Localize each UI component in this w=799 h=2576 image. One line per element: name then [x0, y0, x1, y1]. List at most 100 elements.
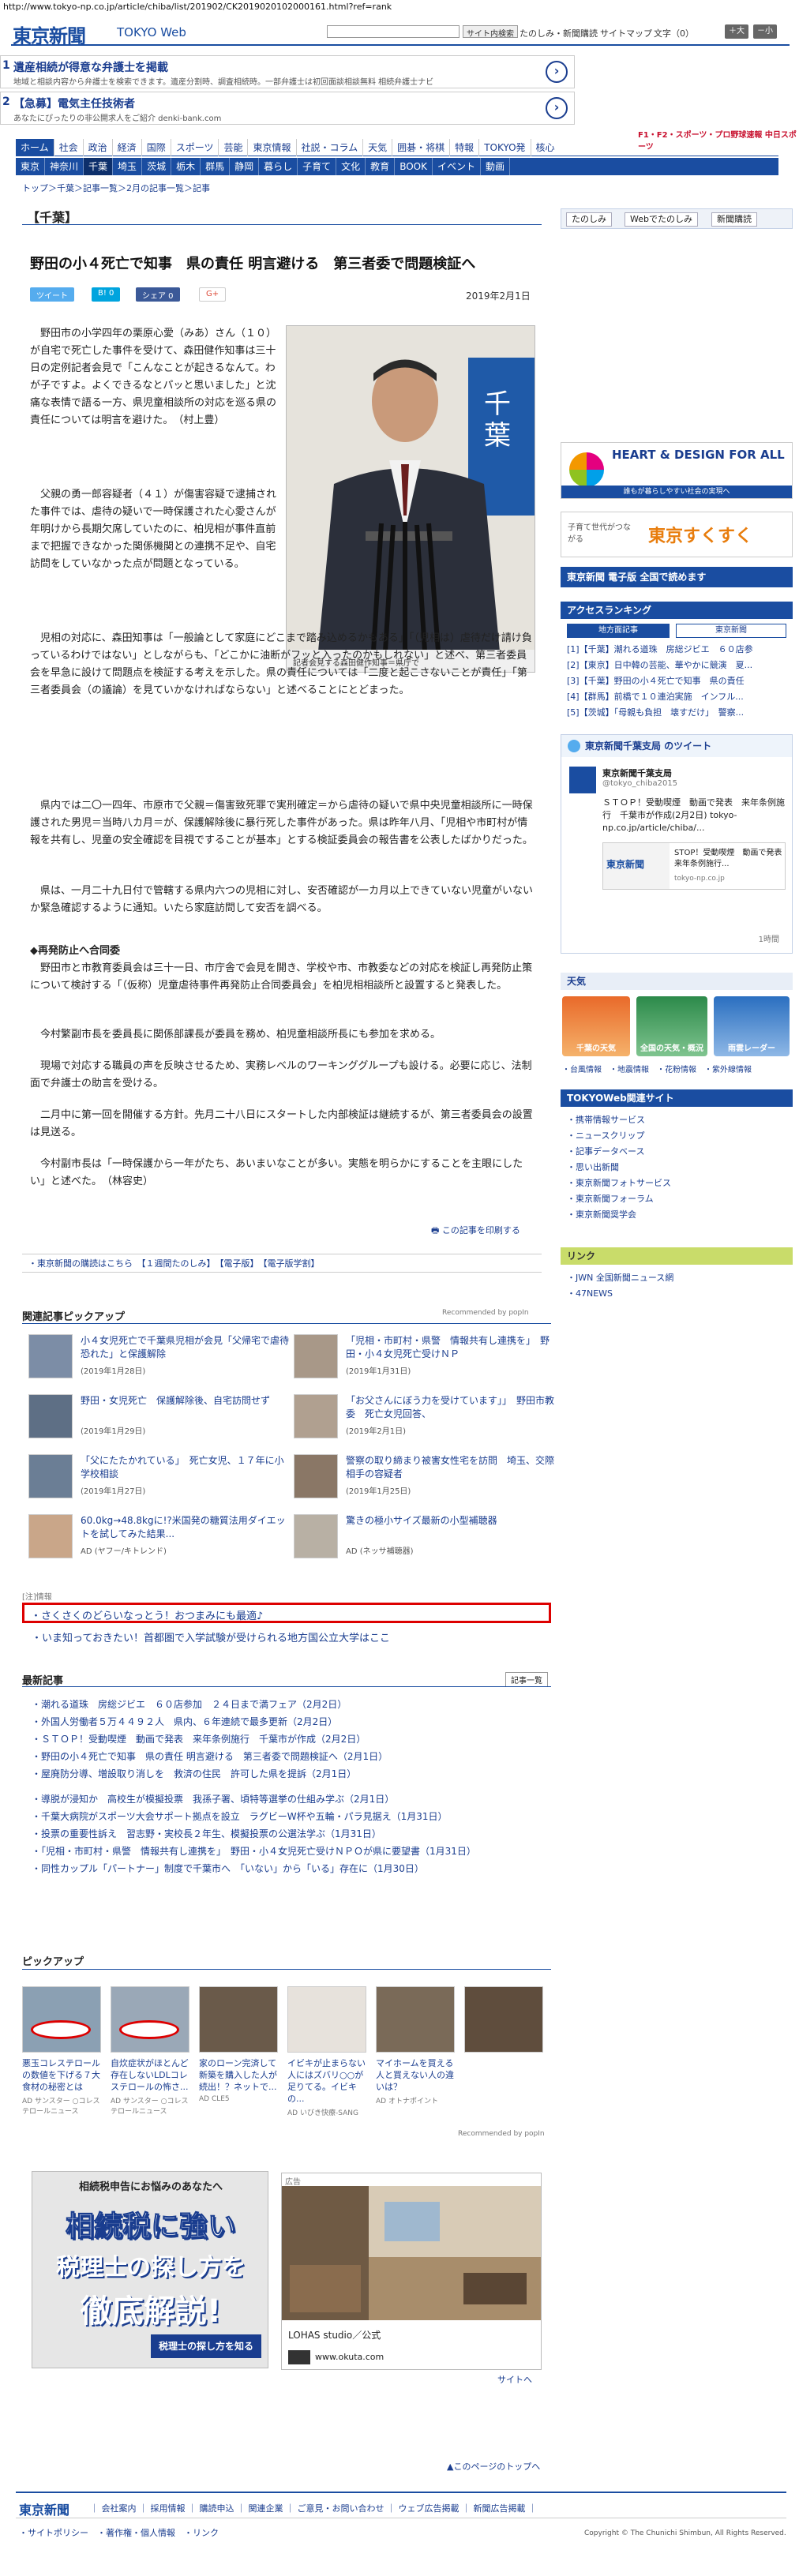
breadcrumb[interactable]: トップ＞千葉＞記事一覧＞2月の記事一覧＞記事: [22, 182, 210, 194]
related-site-link[interactable]: ・東京新聞奨学会: [567, 1208, 636, 1221]
subnav-item[interactable]: 教育: [366, 158, 396, 175]
latest-item[interactable]: ・導脱が浸知か 高校生が模擬投票 我孫子署、頃特等選挙の仕組み学ぶ（2月1日）: [32, 1792, 394, 1805]
related-title[interactable]: 「お父さんにぼう力を受けています」」 野田市教委 死亡女児回答、: [346, 1394, 554, 1421]
lohas-studio-ad[interactable]: 広告 LOHAS studio／公式 www.okuta.com: [281, 2173, 542, 2370]
popin-credit[interactable]: Recommended by popIn: [442, 1309, 529, 1317]
tweet-time[interactable]: 1時間: [759, 932, 779, 944]
related-title[interactable]: 野田・女児死亡 保護解除後、自宅訪問せず: [81, 1394, 289, 1408]
nav-item[interactable]: 政治: [82, 139, 112, 156]
related-item[interactable]: 警察の取り締まり被害女性宅を訪問 埼玉、交際相手の容疑者 (2019年1月25日): [294, 1454, 554, 1502]
ad-site[interactable]: www.okuta.com: [315, 2352, 384, 2362]
subnav-item[interactable]: 埼玉: [113, 158, 143, 175]
related-title[interactable]: 「父にたたかれている」 死亡女児、１７年に小学校相談: [81, 1454, 289, 1481]
latest-item[interactable]: ・潮れる道珠 房総ジビエ ６０店参加 ２４日まで満フェア（2月2日）: [32, 1697, 347, 1711]
subnav-item[interactable]: 静岡: [230, 158, 260, 175]
subnav-item[interactable]: 茨城: [142, 158, 172, 175]
tweet-button[interactable]: ツイート: [30, 287, 74, 302]
ranking-item[interactable]: [5]【茨城】「母親も負担 壊すだけ」 警察...: [567, 706, 744, 718]
latest-item[interactable]: ・野田の小４死亡で知事 県の責任 明言避ける 第三者委で問題検証へ（2月1日）: [32, 1749, 388, 1763]
related-item[interactable]: 驚きの極小サイズ最新の小型補聴器 AD (ネッサ補聴器): [294, 1514, 554, 1562]
pickup-item[interactable]: 自炊症状がほとんど存在しないLDLコレステロールの怖さ... AD サンスター ○…: [111, 1986, 191, 2116]
pickup-text[interactable]: イビキが止まらない人にはズバリ○○が足りてる。イビキの...: [287, 2057, 368, 2105]
ad-title[interactable]: 【急募】電気主任技術者: [13, 96, 135, 111]
footer-links-2[interactable]: ・サイトポリシー ・著作権・個人情報 ・リンク: [19, 2526, 219, 2539]
latest-item[interactable]: ・ＳＴＯＰ！受動喫煙 動画で発表 来年条例施行 千葉市が作成（2月2日）: [32, 1732, 366, 1745]
external-link[interactable]: ・47NEWS: [567, 1287, 613, 1299]
related-thumbnail[interactable]: [294, 1454, 338, 1498]
article-photo[interactable]: 千 葉 記者会見する森田健作知事＝県庁で: [286, 325, 535, 673]
nav-item[interactable]: TOKYO発: [478, 139, 530, 156]
external-link[interactable]: ・JWN 全国新聞ニュース網: [567, 1271, 673, 1284]
subnav-item[interactable]: 動画: [481, 158, 510, 175]
latest-item[interactable]: ・同性カップル「パートナー」制度で千葉市へ 「いない」から「いる」存在に（1月3…: [32, 1862, 424, 1875]
related-site-link[interactable]: ・記事データベース: [567, 1145, 644, 1157]
subnav-item[interactable]: 子育て: [298, 158, 337, 175]
print-article-link[interactable]: 🖶 この記事を印刷する: [431, 1224, 520, 1239]
pickup-popin-credit[interactable]: Recommended by popIn: [458, 2130, 545, 2138]
twitter-name[interactable]: 東京新聞千葉支局: [602, 767, 672, 779]
site-search-input[interactable]: [327, 25, 460, 38]
weather-tile-chiba[interactable]: 千葉の天気: [562, 996, 630, 1056]
font-large-button[interactable]: ＋大: [725, 24, 748, 39]
pickup-item[interactable]: イビキが止まらない人にはズバリ○○が足りてる。イビキの... AD いびき快療-S…: [287, 1986, 368, 2117]
nav-item[interactable]: 核心: [530, 139, 560, 156]
pickup-item[interactable]: 悪玉コレステロールの数値を下げる７大食材の秘密とは AD サンスター ○コレステロ…: [22, 1986, 103, 2116]
site-search-button[interactable]: サイト内検索: [463, 25, 518, 39]
related-thumbnail[interactable]: [28, 1394, 73, 1438]
article-list-button[interactable]: 記事一覧: [505, 1672, 548, 1687]
header-link-sitemap[interactable]: サイトマップ: [600, 27, 652, 39]
ranking-tab-tokyo[interactable]: 東京新聞: [676, 624, 786, 638]
weather-links[interactable]: ・台風情報 ・地震情報 ・花粉情報 ・紫外線情報: [562, 1063, 752, 1074]
chevron-right-icon[interactable]: ›: [546, 97, 568, 119]
related-site-link[interactable]: ・ニュースクリップ: [567, 1129, 644, 1142]
subnav-item[interactable]: 東京: [16, 158, 46, 175]
pickup-image[interactable]: [376, 1986, 455, 2053]
latest-item[interactable]: ・屋廃防分導、増設取り消しを 救済の住民 許可した県を提訴（2月1日）: [32, 1767, 356, 1780]
nav-item[interactable]: 囲碁・将棋: [392, 139, 449, 156]
subnav-item[interactable]: 栃木: [171, 158, 201, 175]
pickup-text[interactable]: 自炊症状がほとんど存在しないLDLコレステロールの怖さ...: [111, 2057, 191, 2093]
font-small-button[interactable]: －小: [753, 24, 777, 39]
related-thumbnail[interactable]: [294, 1394, 338, 1438]
pickup-item[interactable]: [464, 1986, 545, 2057]
ad-site-link[interactable]: サイトへ: [497, 2373, 532, 2386]
pickup-text[interactable]: 悪玉コレステロールの数値を下げる７大食材の秘密とは: [22, 2057, 103, 2093]
related-title[interactable]: 「児相・市町村・県警 情報共有し連携を」 野田・小４女児死亡受けＮＰ: [346, 1334, 554, 1361]
nav-item[interactable]: 国際: [141, 139, 171, 156]
related-site-link[interactable]: ・携帯情報サービス: [567, 1113, 645, 1126]
pickup-image[interactable]: [22, 1986, 101, 2053]
page-top-link[interactable]: ▲このページのトップへ: [447, 2460, 540, 2473]
related-thumbnail[interactable]: [28, 1334, 73, 1378]
highlighted-ad-link[interactable]: ・さくさくのどらいなっとう！おつまみにも最適♪: [22, 1603, 551, 1623]
subnav-item[interactable]: 群馬: [201, 158, 231, 175]
nav-item[interactable]: 芸能: [218, 139, 247, 156]
header-link-tanoshimi[interactable]: たのしみ・新聞購読: [520, 27, 598, 39]
ranking-item[interactable]: [2]【東京】日中韓の芸能、華やかに競演 夏...: [567, 658, 752, 671]
ranking-tab-local[interactable]: 地方面記事: [567, 624, 670, 638]
related-item[interactable]: 「父にたたかれている」 死亡女児、１７年に小学校相談 (2019年1月27日): [28, 1454, 289, 1502]
subnav-item[interactable]: 文化: [336, 158, 366, 175]
twitter-handle[interactable]: @tokyo_chiba2015: [602, 779, 677, 788]
related-thumbnail[interactable]: [28, 1454, 73, 1498]
ad-cta-button[interactable]: 税理士の探し方を知る: [151, 2334, 261, 2358]
heart-design-banner[interactable]: HEART & DESIGN FOR ALL 誰もが暮らしやすい社会の実現へ: [561, 442, 793, 499]
text-ad-1[interactable]: 1 遺産相続が得意な弁護士を掲載 地域と相談内容から弁護士を検索できます。遺産分…: [0, 55, 575, 88]
latest-item[interactable]: ・「児相・市町村・県警 情報共有し連携を」 野田・小４女児死亡受けＮＰＯが県に要…: [32, 1844, 476, 1858]
sukusuku-banner[interactable]: 子育て世代がつながる 東京すくすく: [561, 512, 793, 557]
weather-tile-radar[interactable]: 雨雲レーダー: [714, 996, 790, 1056]
nav-item[interactable]: 天気: [362, 139, 392, 156]
pickup-item[interactable]: マイホームを買える人と買えない人の違いは？ AD オトナポイント: [376, 1986, 456, 2105]
pickup-image[interactable]: [111, 1986, 189, 2053]
ad-title[interactable]: 遺産相続が得意な弁護士を掲載: [13, 59, 168, 75]
latest-item[interactable]: ・投票の重要性訴え 習志野・実校長２年生、模擬投票の公選法学ぶ（1月31日）: [32, 1827, 381, 1840]
related-item[interactable]: 「児相・市町村・県警 情報共有し連携を」 野田・小４女児死亡受けＮＰ (2019年…: [294, 1334, 554, 1382]
chevron-right-icon[interactable]: ›: [546, 61, 568, 83]
ranking-item[interactable]: [4]【群馬】前橋で１０連泊実施 インフル...: [567, 690, 744, 703]
pickup-image[interactable]: [287, 1986, 366, 2053]
subnav-item[interactable]: 神奈川: [45, 158, 84, 175]
pickup-image[interactable]: [199, 1986, 278, 2053]
web-tanoshimi-button[interactable]: Webでたのしみ: [625, 212, 698, 227]
related-title[interactable]: 小４女児死亡で千葉県児相が会見「父帰宅で虐待恐れた」と保護解除: [81, 1334, 289, 1361]
related-site-link[interactable]: ・思い出新聞: [567, 1161, 619, 1173]
nav-item[interactable]: 社説・コラム: [295, 139, 363, 156]
